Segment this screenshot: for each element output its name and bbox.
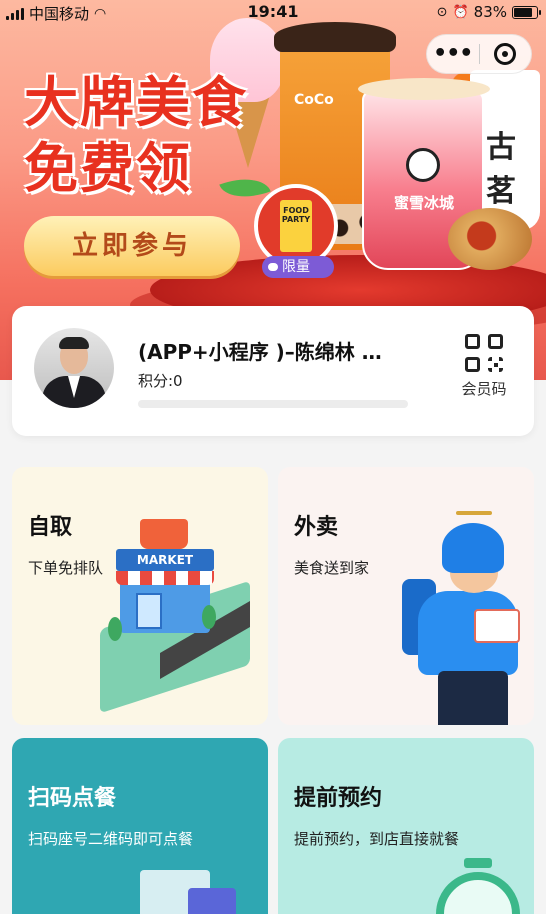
status-right: ⊙ ⏰ 83% bbox=[436, 3, 541, 21]
member-code-button[interactable]: 会员码 bbox=[454, 334, 514, 399]
member-card[interactable]: (APP+小程序 )–陈绵林 … 积分:0 会员码 bbox=[12, 306, 534, 436]
points-progress-bar bbox=[138, 400, 408, 408]
qr-code-icon bbox=[465, 334, 503, 372]
status-bar: 中国移动 ◠ 19:41 ⊙ ⏰ 83% bbox=[0, 0, 546, 24]
food-party-card-icon: FOOD PARTY bbox=[280, 200, 312, 252]
tile-subtitle: 扫码座号二维码即可点餐 bbox=[28, 830, 194, 848]
join-now-button[interactable]: 立即参与 bbox=[24, 216, 240, 276]
headline-line-2: 免费领 bbox=[24, 137, 192, 200]
points-label: 积分:0 bbox=[138, 372, 183, 390]
tile-title: 提前预约 bbox=[294, 786, 383, 811]
limited-tag: 限量 bbox=[262, 256, 334, 278]
tile-subtitle: 提前预约，到店直接就餐 bbox=[294, 830, 460, 848]
tile-pickup[interactable]: 自取 下单免排队 MARKET bbox=[12, 467, 268, 725]
tile-delivery[interactable]: 外卖 美食送到家 bbox=[278, 467, 534, 725]
headline-line-1: 大牌美食 bbox=[24, 71, 248, 134]
cup-brand-label: 蜜雪冰城 bbox=[393, 194, 454, 212]
egg-yolk-pastry-image bbox=[448, 208, 532, 270]
tile-title: 扫码点餐 bbox=[28, 786, 117, 811]
cup-brand-label: 古茗 bbox=[486, 130, 516, 209]
rotation-lock-icon: ⊙ bbox=[436, 4, 448, 20]
snow-king-mascot-icon bbox=[406, 148, 440, 182]
tile-subtitle: 美食送到家 bbox=[294, 559, 370, 577]
avatar[interactable] bbox=[34, 328, 114, 408]
alarm-icon: ⏰ bbox=[452, 4, 469, 20]
more-menu-icon[interactable]: ••• bbox=[427, 43, 479, 65]
tile-reserve[interactable]: 提前预约 提前预约，到店直接就餐 bbox=[278, 738, 534, 914]
miniprogram-capsule: ••• bbox=[426, 34, 532, 74]
banner-headline: 大牌美食 免费领 bbox=[24, 70, 248, 202]
tile-scan-order[interactable]: 扫码点餐 扫码座号二维码即可点餐 bbox=[12, 738, 268, 914]
close-miniprogram-icon[interactable] bbox=[479, 43, 531, 65]
tile-title: 外卖 bbox=[294, 515, 339, 540]
battery-percent: 83% bbox=[473, 3, 507, 21]
battery-icon bbox=[512, 5, 541, 19]
member-name: (APP+小程序 )–陈绵林 … bbox=[138, 340, 382, 364]
member-code-label: 会员码 bbox=[461, 380, 507, 398]
cup-brand-label: CoCo bbox=[294, 92, 334, 108]
tile-subtitle: 下单免排队 bbox=[28, 559, 104, 577]
tile-title: 自取 bbox=[28, 515, 73, 540]
